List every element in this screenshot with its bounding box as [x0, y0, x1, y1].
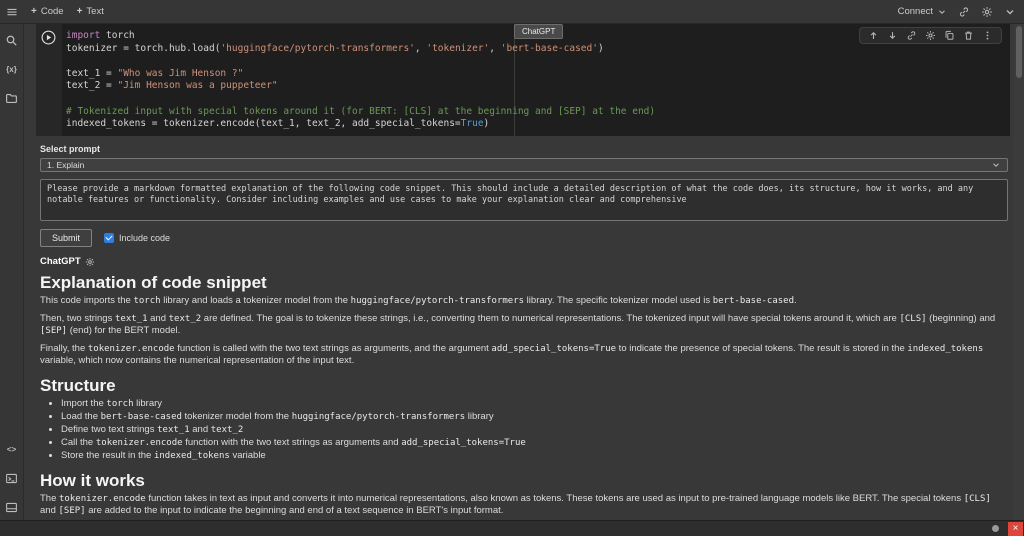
- code-snippets-icon[interactable]: <>: [5, 442, 19, 456]
- chatgpt-prompt-panel: Select prompt 1. Explain Please provide …: [40, 144, 1008, 267]
- scrollbar-thumb[interactable]: [1016, 26, 1022, 78]
- link-icon[interactable]: [958, 6, 970, 18]
- connect-label: Connect: [898, 6, 933, 17]
- inline-code: [CLS]: [964, 494, 991, 504]
- bottom-bar: ×: [0, 520, 1024, 536]
- code-line: text_1 = "Who was Jim Henson ?": [66, 68, 1008, 81]
- code-editor[interactable]: import torchtokenizer = torch.hub.load('…: [66, 30, 1008, 131]
- markdown-list: Import the torch libraryLoad the bert-ba…: [61, 398, 1008, 462]
- add-text-label: Text: [86, 6, 103, 17]
- variables-icon[interactable]: {x}: [5, 62, 19, 76]
- files-folder-icon[interactable]: [5, 91, 19, 105]
- notebook-app: + Code + Text Connect: [0, 0, 1024, 536]
- markdown-heading: Structure: [40, 380, 1008, 392]
- inline-code: text_2: [211, 425, 244, 435]
- delete-cell-icon[interactable]: [963, 30, 974, 41]
- code-line: indexed_tokens = tokenizer.encode(text_1…: [66, 118, 1008, 131]
- copy-link-to-cell-icon[interactable]: [906, 30, 917, 41]
- markdown-list-item: Import the torch library: [61, 398, 1008, 410]
- cell-settings-gear-icon[interactable]: [925, 30, 936, 41]
- markdown-heading: How it works: [40, 475, 1008, 487]
- add-code-label: Code: [41, 6, 64, 17]
- cell-toolbar: [859, 27, 1002, 44]
- code-line: [66, 93, 1008, 106]
- inline-code: [SEP]: [59, 506, 86, 516]
- markdown-paragraph: Then, two strings text_1 and text_2 are …: [40, 313, 1008, 337]
- inline-code: bert-base-cased: [713, 296, 794, 306]
- more-options-kebab-icon[interactable]: [982, 30, 993, 41]
- prompt-actions-row: Submit Include code: [40, 229, 1008, 247]
- inline-code: [CLS]: [899, 314, 926, 324]
- menu-icon[interactable]: [6, 6, 18, 18]
- inline-code: huggingface/pytorch-transformers: [351, 296, 524, 306]
- terminal-icon[interactable]: [5, 471, 19, 485]
- code-line: [66, 55, 1008, 68]
- markdown-list-item: Store the result in the indexed_tokens v…: [61, 450, 1008, 462]
- settings-gear-icon[interactable]: [981, 6, 993, 18]
- inline-code: torch: [133, 296, 160, 306]
- inline-code: text_1: [157, 425, 190, 435]
- prompt-select[interactable]: 1. Explain: [40, 158, 1008, 172]
- plus-icon: +: [77, 6, 83, 17]
- markdown-paragraph: Finally, the tokenizer.encode function i…: [40, 343, 1008, 367]
- select-prompt-label: Select prompt: [40, 144, 1008, 154]
- submit-button[interactable]: Submit: [40, 229, 92, 247]
- collapse-header-icon[interactable]: [1004, 6, 1016, 18]
- code-line: # Tokenized input with special tokens ar…: [66, 106, 1008, 119]
- markdown-heading: Explanation of code snippet: [40, 277, 1008, 289]
- inline-code: torch: [106, 399, 133, 409]
- inline-code: add_special_tokens=True: [401, 438, 526, 448]
- close-icon[interactable]: ×: [1008, 522, 1023, 536]
- run-cell-button[interactable]: [41, 30, 56, 45]
- code-line: tokenizer = torch.hub.load('huggingface/…: [66, 43, 1008, 56]
- inline-code: text_2: [169, 314, 202, 324]
- markdown-list-item: Call the tokenizer.encode function with …: [61, 437, 1008, 449]
- inline-code: huggingface/pytorch-transformers: [292, 412, 465, 422]
- markdown-list-item: Define two text strings text_1 and text_…: [61, 424, 1008, 436]
- inline-code: [SEP]: [40, 326, 67, 336]
- chatgpt-title: ChatGPT: [40, 256, 81, 267]
- left-sidebar: {x} <>: [0, 24, 24, 520]
- add-code-button[interactable]: + Code: [31, 6, 64, 17]
- code-cell[interactable]: import torchtokenizer = torch.hub.load('…: [36, 24, 1010, 136]
- markdown-list-item: Load the bert-base-cased tokenizer model…: [61, 411, 1008, 423]
- connect-button[interactable]: Connect: [898, 6, 947, 17]
- include-code-label: Include code: [119, 233, 170, 243]
- inline-code: tokenizer.encode: [59, 494, 146, 504]
- notebook-content: import torchtokenizer = torch.hub.load('…: [24, 24, 1014, 520]
- chatgpt-extension-tab[interactable]: ChatGPT: [514, 24, 563, 39]
- chatgpt-response-markdown: Explanation of code snippet This code imp…: [40, 277, 1008, 520]
- toolbar-left: + Code + Text: [6, 6, 104, 18]
- top-toolbar: + Code + Text Connect: [0, 0, 1024, 24]
- chevron-down-icon: [937, 7, 947, 17]
- inline-code: text_1: [115, 314, 148, 324]
- move-cell-down-icon[interactable]: [887, 30, 898, 41]
- status-dot-icon: [992, 525, 999, 532]
- markdown-paragraph: The tokenizer.encode function takes in t…: [40, 493, 1008, 517]
- plus-icon: +: [31, 6, 37, 17]
- copy-cell-icon[interactable]: [944, 30, 955, 41]
- inline-code: tokenizer.encode: [96, 438, 183, 448]
- include-code-checkbox[interactable]: [104, 233, 114, 243]
- add-text-button[interactable]: + Text: [77, 6, 104, 17]
- move-cell-up-icon[interactable]: [868, 30, 879, 41]
- markdown-paragraph: This code imports the torch library and …: [40, 295, 1008, 307]
- toolbar-right: Connect: [898, 6, 1016, 18]
- prompt-textarea[interactable]: Please provide a markdown formatted expl…: [40, 179, 1008, 221]
- inline-code: indexed_tokens: [154, 451, 230, 461]
- chatgpt-response-header: ChatGPT: [40, 256, 1008, 267]
- vertical-scrollbar[interactable]: [1014, 24, 1024, 520]
- search-icon[interactable]: [5, 33, 19, 47]
- prompt-select-value: 1. Explain: [47, 160, 84, 170]
- chatgpt-settings-gear-icon[interactable]: [85, 257, 95, 267]
- include-code-option[interactable]: Include code: [104, 233, 170, 243]
- inline-code: indexed_tokens: [907, 344, 983, 354]
- inline-code: bert-base-cased: [101, 412, 182, 422]
- code-line: text_2 = "Jim Henson was a puppeteer": [66, 80, 1008, 93]
- inline-code: add_special_tokens=True: [491, 344, 616, 354]
- chevron-down-icon: [991, 160, 1001, 170]
- bottom-panel-icon[interactable]: [5, 500, 19, 514]
- inline-code: tokenizer.encode: [88, 344, 175, 354]
